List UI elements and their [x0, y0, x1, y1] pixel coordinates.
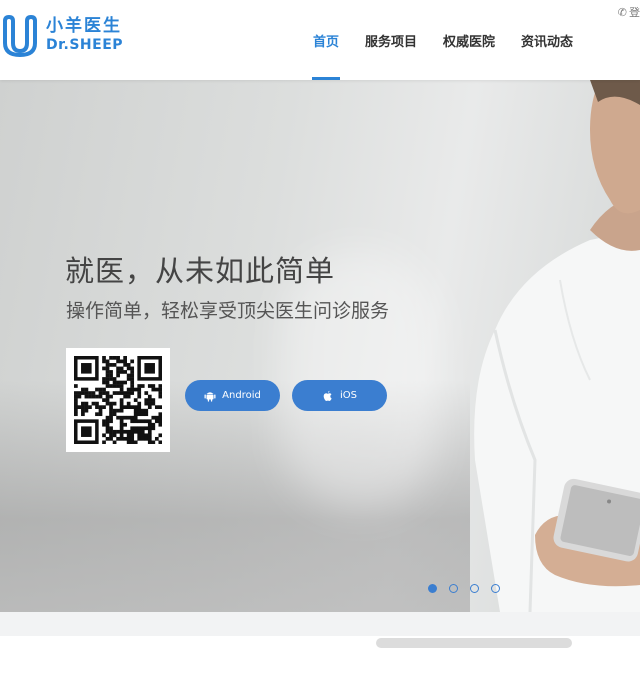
apple-icon — [323, 390, 332, 401]
nav-hospitals[interactable]: 权威医院 — [430, 0, 508, 80]
hero-banner: 就医，从未如此简单 操作简单，轻松享受顶尖医生问诊服务 Android iOS — [0, 80, 640, 612]
carousel-indicators — [428, 584, 512, 593]
brand-name-en: Dr.SHEEP — [46, 37, 124, 53]
nav-home[interactable]: 首页 — [300, 0, 352, 80]
hero-subline: 操作简单，轻松享受顶尖医生问诊服务 — [66, 300, 390, 322]
carousel-dot-4[interactable] — [491, 584, 500, 593]
ios-button-label: iOS — [340, 390, 357, 401]
android-download-button[interactable]: Android — [185, 380, 280, 411]
top-login[interactable]: ✆ 登 — [618, 4, 640, 20]
hero-headline: 就医，从未如此简单 — [65, 254, 336, 288]
logo[interactable]: 小羊医生 Dr.SHEEP — [0, 10, 123, 60]
carousel-dot-1[interactable] — [428, 584, 437, 593]
login-link[interactable]: 登 — [629, 6, 640, 19]
nav-services[interactable]: 服务项目 — [352, 0, 430, 80]
section-divider — [0, 612, 640, 636]
main-nav: 首页 服务项目 权威医院 资讯动态 — [300, 0, 586, 80]
sheep-logo-icon — [3, 14, 37, 57]
carousel-dot-2[interactable] — [449, 584, 458, 593]
brand-name-cn: 小羊医生 — [46, 16, 122, 36]
horizontal-scrollbar[interactable] — [376, 638, 572, 648]
nav-news[interactable]: 资讯动态 — [508, 0, 586, 80]
man-with-phone-image — [474, 80, 640, 612]
android-icon — [204, 391, 216, 402]
site-header: 小羊医生 Dr.SHEEP ✆ 登 首页 服务项目 权威医院 资讯动态 — [0, 0, 640, 80]
qr-code-image — [74, 356, 162, 444]
phone-icon: ✆ — [617, 6, 627, 19]
android-button-label: Android — [222, 390, 261, 401]
app-download-qr-code — [66, 348, 170, 452]
ios-download-button[interactable]: iOS — [292, 380, 387, 411]
carousel-dot-3[interactable] — [470, 584, 479, 593]
